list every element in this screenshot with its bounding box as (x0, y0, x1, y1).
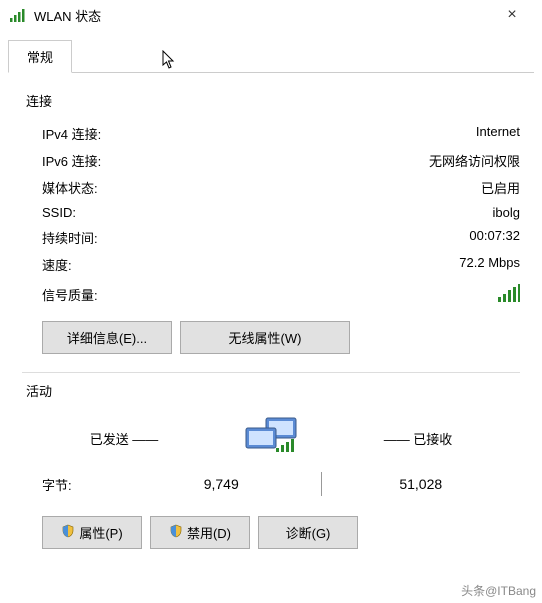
bytes-row: 字节: 9,749 51,028 (22, 466, 520, 502)
section-connection: 连接 (26, 91, 520, 110)
content-area: 连接 IPv4 连接 Internet IPv6 连接 无网络访问权限 媒体状态… (0, 73, 542, 561)
row-duration: 持续时间 00:07:32 (22, 224, 520, 251)
bottom-buttons: 属性(P) 禁用(D) 诊断(G) (22, 502, 520, 553)
ipv4-label: IPv4 连接 (42, 124, 101, 143)
row-ipv4: IPv4 连接 Internet (22, 120, 520, 147)
ipv4-value: Internet (476, 124, 520, 143)
duration-value: 00:07:32 (469, 228, 520, 247)
row-signal: 信号质量: (22, 278, 520, 311)
signal-strength-icon (498, 284, 520, 305)
window-title: WLAN 状态 (34, 6, 492, 25)
tab-strip: 常规 (0, 40, 542, 73)
details-button[interactable]: 详细信息(E)... (42, 321, 172, 354)
title-bar: WLAN 状态 × (0, 0, 542, 30)
speed-label: 速度 (42, 255, 72, 274)
connection-buttons: 详细信息(E)... 无线属性(W) (22, 311, 520, 358)
row-ipv6: IPv6 连接 无网络访问权限 (22, 147, 520, 174)
disable-button[interactable]: 禁用(D) (150, 516, 250, 549)
ipv6-label: IPv6 连接 (42, 151, 101, 170)
sent-bytes: 9,749 (122, 476, 321, 492)
duration-label: 持续时间 (42, 228, 98, 247)
media-value: 已启用 (481, 178, 520, 197)
row-ssid: SSID ibolg (22, 201, 520, 224)
ipv6-value: 无网络访问权限 (429, 151, 520, 170)
sent-label: 已发送 —— (22, 429, 226, 448)
ssid-label: SSID (42, 205, 76, 220)
row-media: 媒体状态 已启用 (22, 174, 520, 201)
wireless-properties-button[interactable]: 无线属性(W) (180, 321, 350, 354)
shield-icon (61, 524, 75, 541)
properties-button[interactable]: 属性(P) (42, 516, 142, 549)
signal-label: 信号质量: (42, 285, 98, 304)
speed-value: 72.2 Mbps (459, 255, 520, 274)
wlan-signal-icon (10, 8, 26, 22)
recv-label: —— 已接收 (316, 429, 520, 448)
media-label: 媒体状态 (42, 178, 98, 197)
diagnose-button[interactable]: 诊断(G) (258, 516, 358, 549)
close-button[interactable]: × (492, 1, 532, 29)
network-computers-icon (226, 416, 316, 460)
bytes-label: 字节: (42, 475, 122, 494)
ssid-value: ibolg (493, 205, 520, 220)
divider (22, 372, 520, 373)
watermark: 头条@ITBang (461, 582, 536, 599)
recv-bytes: 51,028 (322, 476, 521, 492)
row-speed: 速度 72.2 Mbps (22, 251, 520, 278)
activity-header: 已发送 —— —— 已接收 (22, 410, 520, 466)
section-activity: 活动 (26, 381, 520, 400)
tab-general[interactable]: 常规 (8, 40, 72, 73)
shield-icon (169, 524, 183, 541)
